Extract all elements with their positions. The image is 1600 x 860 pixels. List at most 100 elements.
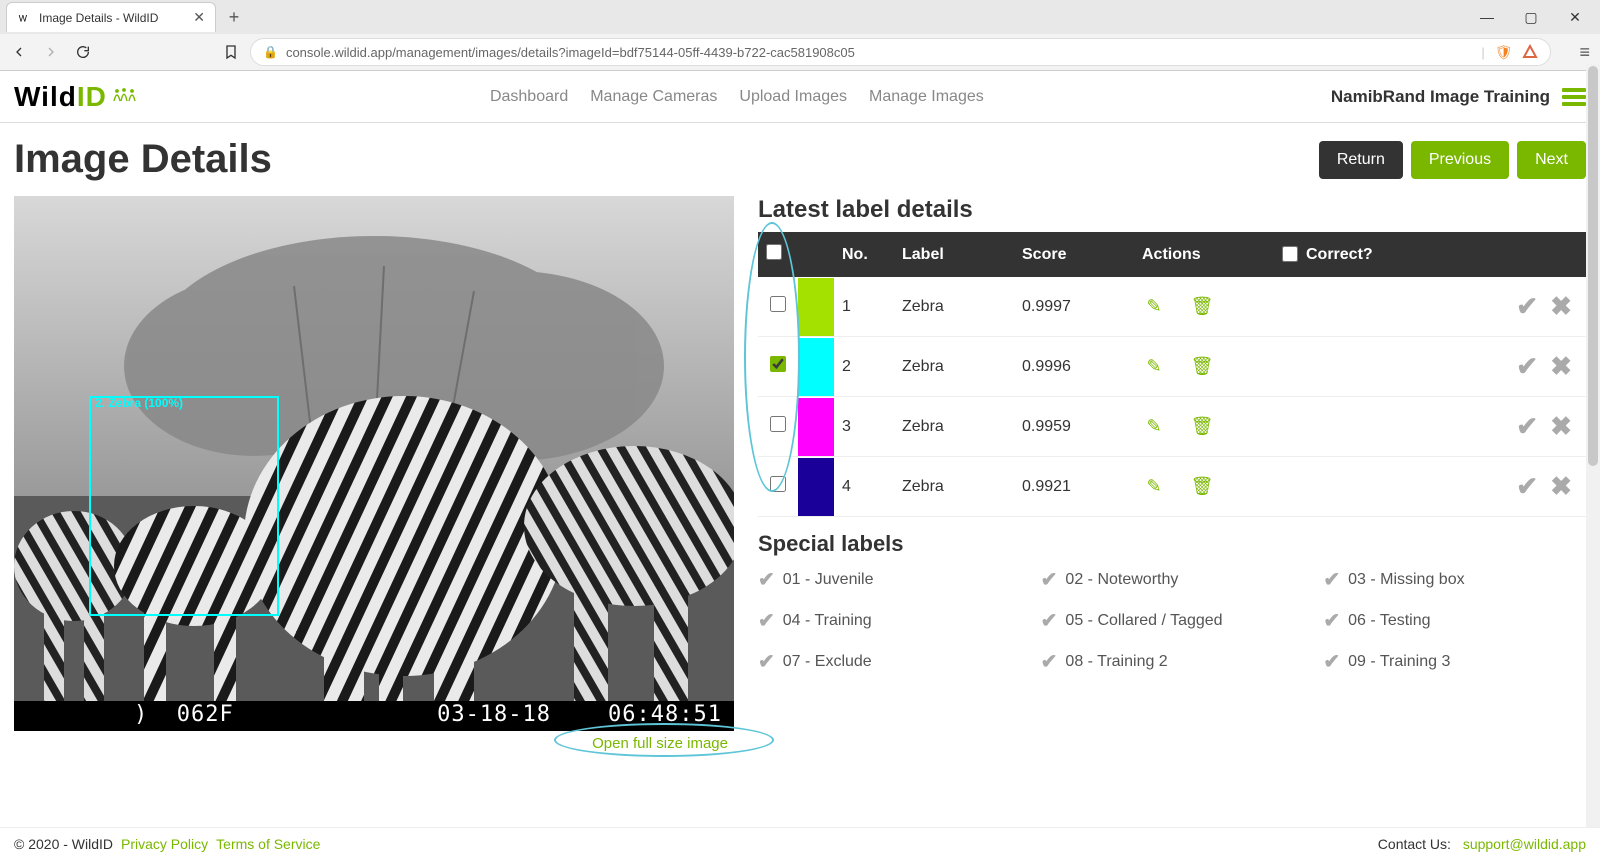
check-icon: ✔: [758, 608, 775, 633]
table-row: 4Zebra0.9921✎🗑✔✖: [758, 457, 1586, 517]
correct-no-icon[interactable]: ✖: [1544, 411, 1572, 442]
browser-menu-button[interactable]: ≡: [1579, 42, 1590, 63]
contact-email[interactable]: support@wildid.app: [1463, 836, 1586, 852]
cell-no: 4: [834, 457, 894, 517]
select-all-checkbox[interactable]: [766, 244, 782, 260]
check-icon: ✔: [1323, 567, 1340, 592]
cell-label: Zebra: [894, 277, 1014, 337]
color-swatch: [798, 278, 834, 336]
next-button[interactable]: Next: [1517, 141, 1586, 179]
special-label-item[interactable]: ✔ 03 - Missing box: [1323, 567, 1586, 592]
col-actions: Actions: [1134, 232, 1274, 277]
cell-score: 0.9997: [1014, 277, 1134, 337]
copyright: © 2020 - WildID: [14, 836, 113, 852]
shield-icon[interactable]: 🛡: [1495, 44, 1513, 61]
open-full-size-link[interactable]: Open full size image: [14, 731, 734, 756]
correct-no-icon[interactable]: ✖: [1544, 471, 1572, 502]
cell-label: Zebra: [894, 457, 1014, 517]
col-label: Label: [894, 232, 1014, 277]
edit-icon[interactable]: ✎: [1142, 476, 1166, 497]
special-labels-grid: ✔01 - Juvenile ✔02 - Noteworthy ✔ 03 - Miss…: [758, 567, 1586, 674]
special-label-text: 03 - Missing box: [1348, 571, 1465, 589]
delete-icon[interactable]: 🗑: [1190, 296, 1214, 317]
close-window-button[interactable]: ✕: [1562, 9, 1588, 26]
cell-no: 3: [834, 397, 894, 457]
privacy-link[interactable]: Privacy Policy: [121, 836, 208, 852]
check-icon: ✔: [1041, 608, 1058, 633]
special-label-item[interactable]: ✔09 - Training 3: [1323, 649, 1586, 674]
bounding-box[interactable]: 2. Zebra (100%): [89, 396, 279, 616]
check-icon: ✔: [1323, 608, 1340, 633]
edit-icon[interactable]: ✎: [1142, 416, 1166, 437]
nav-upload-images[interactable]: Upload Images: [739, 88, 847, 106]
logo[interactable]: WildID: [14, 79, 143, 114]
delete-icon[interactable]: 🗑: [1190, 476, 1214, 497]
special-label-item[interactable]: ✔ 05 - Collared / Tagged: [1041, 608, 1304, 633]
maximize-button[interactable]: ▢: [1518, 9, 1544, 26]
correct-yes-icon[interactable]: ✔: [1510, 351, 1538, 382]
browser-tab[interactable]: W Image Details - WildID ✕: [6, 2, 216, 32]
image-preview[interactable]: 2. Zebra (100%) ) 062F 03-18-18 06:48:51: [14, 196, 734, 731]
tab-title: Image Details - WildID: [39, 11, 185, 25]
return-button[interactable]: Return: [1319, 141, 1403, 179]
brave-icon[interactable]: [1522, 44, 1538, 60]
col-score: Score: [1014, 232, 1134, 277]
scrollbar[interactable]: [1586, 64, 1600, 860]
correct-all-checkbox[interactable]: [1282, 246, 1298, 262]
delete-icon[interactable]: 🗑: [1190, 416, 1214, 437]
row-checkbox[interactable]: [770, 356, 786, 372]
lock-icon: 🔒: [263, 45, 278, 59]
page-title: Image Details: [14, 137, 272, 182]
forward-button[interactable]: [42, 43, 60, 61]
row-checkbox[interactable]: [770, 476, 786, 492]
special-label-text: 08 - Training 2: [1065, 653, 1167, 671]
previous-button[interactable]: Previous: [1411, 141, 1509, 179]
project-name[interactable]: NamibRand Image Training: [1331, 87, 1550, 107]
special-label-item[interactable]: ✔02 - Noteworthy: [1041, 567, 1304, 592]
minimize-button[interactable]: —: [1474, 9, 1500, 25]
edit-icon[interactable]: ✎: [1142, 356, 1166, 377]
correct-no-icon[interactable]: ✖: [1544, 351, 1572, 382]
menu-button[interactable]: [1562, 85, 1586, 109]
top-nav: Dashboard Manage Cameras Upload Images M…: [490, 88, 984, 106]
nav-dashboard[interactable]: Dashboard: [490, 88, 568, 106]
special-label-text: 06 - Testing: [1348, 612, 1430, 630]
color-swatch: [798, 338, 834, 396]
special-label-item[interactable]: ✔ 06 - Testing: [1323, 608, 1586, 633]
bookmark-icon[interactable]: [222, 43, 240, 61]
image-date: 03-18-18: [437, 702, 551, 727]
footer: © 2020 - WildID Privacy Policy Terms of …: [0, 827, 1600, 860]
correct-yes-icon[interactable]: ✔: [1510, 471, 1538, 502]
cell-score: 0.9959: [1014, 397, 1134, 457]
close-icon[interactable]: ✕: [193, 9, 205, 26]
cell-score: 0.9996: [1014, 337, 1134, 397]
special-label-item[interactable]: ✔ 08 - Training 2: [1041, 649, 1304, 674]
check-icon: ✔: [758, 649, 775, 674]
special-label-item[interactable]: ✔01 - Juvenile: [758, 567, 1021, 592]
nav-manage-images[interactable]: Manage Images: [869, 88, 984, 106]
row-checkbox[interactable]: [770, 416, 786, 432]
new-tab-button[interactable]: +: [220, 3, 248, 31]
back-button[interactable]: [10, 43, 28, 61]
cell-label: Zebra: [894, 397, 1014, 457]
correct-no-icon[interactable]: ✖: [1544, 291, 1572, 322]
bbox-label: 2. Zebra (100%): [91, 396, 187, 410]
check-icon: ✔: [1041, 649, 1058, 674]
special-label-item[interactable]: ✔07 - Exclude: [758, 649, 1021, 674]
reload-button[interactable]: [74, 43, 92, 61]
color-swatch: [798, 458, 834, 516]
edit-icon[interactable]: ✎: [1142, 296, 1166, 317]
special-label-text: 05 - Collared / Tagged: [1065, 612, 1222, 630]
color-swatch: [798, 398, 834, 456]
row-checkbox[interactable]: [770, 296, 786, 312]
special-label-item[interactable]: ✔04 - Training: [758, 608, 1021, 633]
table-row: 2Zebra0.9996✎🗑✔✖: [758, 337, 1586, 397]
terms-link[interactable]: Terms of Service: [216, 836, 320, 852]
delete-icon[interactable]: 🗑: [1190, 356, 1214, 377]
nav-manage-cameras[interactable]: Manage Cameras: [590, 88, 717, 106]
address-bar[interactable]: 🔒 console.wildid.app/management/images/d…: [250, 38, 1551, 66]
correct-yes-icon[interactable]: ✔: [1510, 411, 1538, 442]
favicon-icon: W: [17, 11, 31, 25]
cell-no: 2: [834, 337, 894, 397]
correct-yes-icon[interactable]: ✔: [1510, 291, 1538, 322]
